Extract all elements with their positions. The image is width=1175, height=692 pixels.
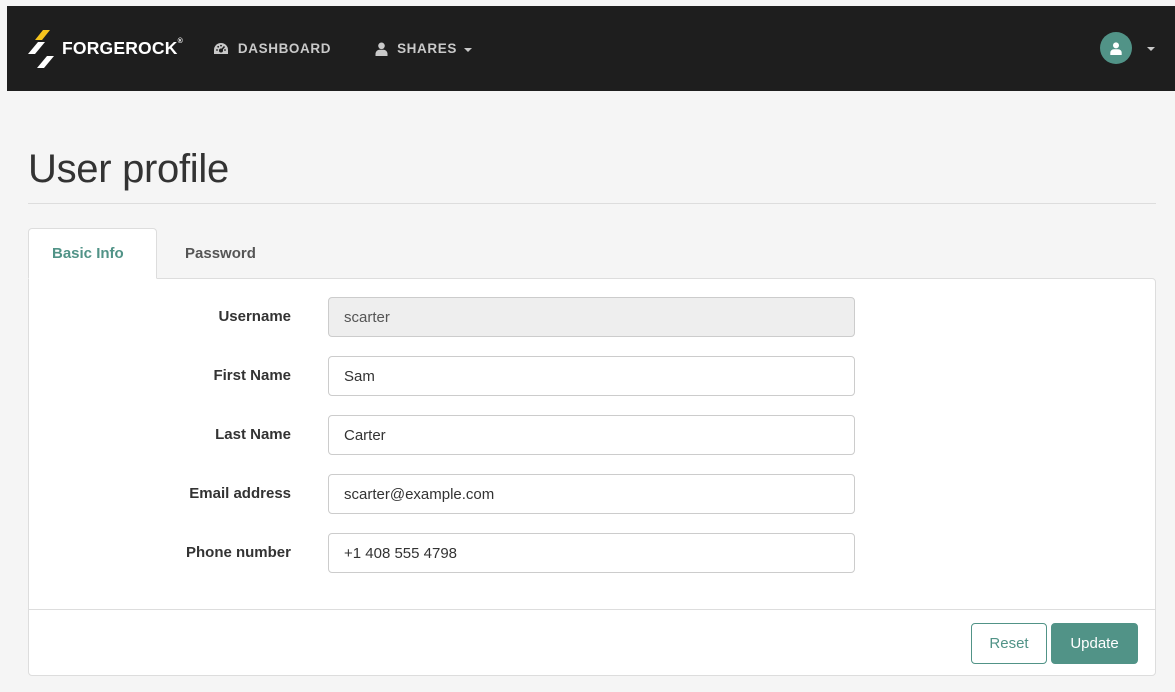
username-field[interactable] bbox=[328, 297, 855, 337]
tab-basic-info[interactable]: Basic Info bbox=[28, 228, 157, 279]
brand-name: FORGEROCK® bbox=[62, 38, 183, 58]
form-row-phone: Phone number bbox=[29, 533, 1155, 573]
update-button[interactable]: Update bbox=[1051, 623, 1138, 664]
panel-footer: Reset Update bbox=[29, 609, 1155, 676]
form-row-username: Username bbox=[29, 297, 1155, 337]
user-menu-dropdown[interactable] bbox=[1100, 32, 1155, 64]
page-title: User profile bbox=[28, 147, 229, 191]
title-divider bbox=[28, 203, 1156, 204]
phone-field[interactable] bbox=[328, 533, 855, 573]
form-row-last-name: Last Name bbox=[29, 415, 1155, 455]
email-field[interactable] bbox=[328, 474, 855, 514]
dashboard-icon bbox=[213, 42, 228, 54]
user-avatar-icon bbox=[1110, 41, 1122, 55]
form-row-first-name: First Name bbox=[29, 356, 1155, 396]
nav-dashboard-label: DASHBOARD bbox=[237, 41, 332, 56]
profile-tabs: Basic Info Password bbox=[28, 228, 279, 279]
user-icon bbox=[375, 42, 388, 56]
basic-info-panel: Username First Name Last Name Email addr… bbox=[28, 278, 1156, 676]
first-name-label: First Name bbox=[213, 367, 291, 384]
nav-dashboard[interactable]: DASHBOARD bbox=[213, 41, 331, 56]
tab-password[interactable]: Password bbox=[157, 228, 279, 279]
nav-shares-dropdown[interactable]: SHARES bbox=[375, 41, 472, 56]
form-row-email: Email address bbox=[29, 474, 1155, 514]
avatar bbox=[1100, 32, 1132, 64]
phone-label: Phone number bbox=[185, 544, 291, 561]
last-name-field[interactable] bbox=[328, 415, 855, 455]
chevron-down-icon bbox=[463, 47, 472, 52]
chevron-down-icon bbox=[1147, 47, 1155, 51]
nav-shares-label: SHARES bbox=[397, 41, 457, 56]
reset-button[interactable]: Reset bbox=[971, 623, 1047, 664]
first-name-field[interactable] bbox=[328, 356, 855, 396]
last-name-label: Last Name bbox=[215, 426, 291, 443]
username-label: Username bbox=[218, 308, 291, 325]
brand-logo[interactable]: FORGEROCK® bbox=[26, 29, 183, 69]
email-label: Email address bbox=[189, 485, 291, 502]
forgerock-logo-icon bbox=[28, 29, 54, 68]
top-navbar: FORGEROCK® DASHBOARD SHARES bbox=[7, 6, 1175, 91]
